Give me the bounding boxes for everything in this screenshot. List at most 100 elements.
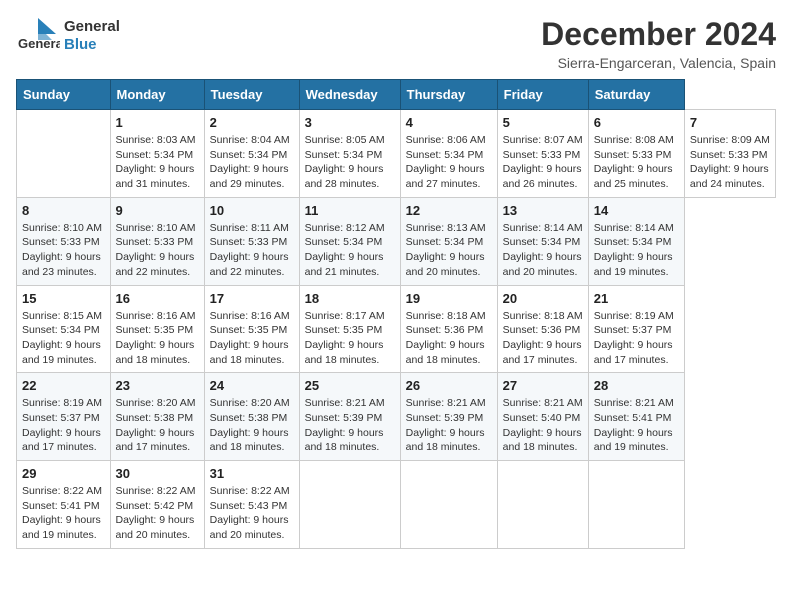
day-number: 17 <box>210 291 294 306</box>
day-number: 3 <box>305 115 395 130</box>
weekday-header-row: SundayMondayTuesdayWednesdayThursdayFrid… <box>17 80 776 110</box>
week-row-5: 29 Sunrise: 8:22 AMSunset: 5:41 PMDayligh… <box>17 461 776 549</box>
calendar-table: SundayMondayTuesdayWednesdayThursdayFrid… <box>16 79 776 549</box>
calendar-cell: 5 Sunrise: 8:07 AMSunset: 5:33 PMDaylight… <box>497 110 588 198</box>
day-number: 11 <box>305 203 395 218</box>
cell-content: Sunrise: 8:09 AMSunset: 5:33 PMDaylight:… <box>690 133 770 192</box>
cell-content: Sunrise: 8:17 AMSunset: 5:35 PMDaylight:… <box>305 309 395 368</box>
cell-content: Sunrise: 8:18 AMSunset: 5:36 PMDaylight:… <box>503 309 583 368</box>
logo-general-text: General <box>64 18 120 35</box>
calendar-cell: 31Sunrise: 8:22 AMSunset: 5:43 PMDayligh… <box>204 461 299 549</box>
calendar-cell: 17 Sunrise: 8:16 AMSunset: 5:35 PMDayligh… <box>204 285 299 373</box>
day-number: 20 <box>503 291 583 306</box>
day-number: 5 <box>503 115 583 130</box>
calendar-cell: 22 Sunrise: 8:19 AMSunset: 5:37 PMDayligh… <box>17 373 111 461</box>
day-number: 30 <box>116 466 199 481</box>
svg-text:General: General <box>18 36 60 51</box>
calendar-cell: 8 Sunrise: 8:10 AMSunset: 5:33 PMDaylight… <box>17 197 111 285</box>
calendar-cell: 23Sunrise: 8:20 AMSunset: 5:38 PMDayligh… <box>110 373 204 461</box>
weekday-header-tuesday: Tuesday <box>204 80 299 110</box>
cell-content: Sunrise: 8:20 AMSunset: 5:38 PMDaylight:… <box>210 396 294 455</box>
weekday-header-friday: Friday <box>497 80 588 110</box>
cell-content: Sunrise: 8:10 AMSunset: 5:33 PMDaylight:… <box>22 221 105 280</box>
month-title: December 2024 <box>541 16 776 53</box>
calendar-cell: 4Sunrise: 8:06 AMSunset: 5:34 PMDaylight… <box>400 110 497 198</box>
cell-content: Sunrise: 8:21 AMSunset: 5:40 PMDaylight:… <box>503 396 583 455</box>
cell-content: Sunrise: 8:05 AMSunset: 5:34 PMDaylight:… <box>305 133 395 192</box>
day-number: 4 <box>406 115 492 130</box>
day-number: 23 <box>116 378 199 393</box>
calendar-cell: 15 Sunrise: 8:15 AMSunset: 5:34 PMDayligh… <box>17 285 111 373</box>
day-number: 29 <box>22 466 105 481</box>
day-number: 27 <box>503 378 583 393</box>
cell-content: Sunrise: 8:11 AMSunset: 5:33 PMDaylight:… <box>210 221 294 280</box>
cell-content: Sunrise: 8:21 AMSunset: 5:39 PMDaylight:… <box>406 396 492 455</box>
cell-content: Sunrise: 8:15 AMSunset: 5:34 PMDaylight:… <box>22 309 105 368</box>
day-number: 22 <box>22 378 105 393</box>
calendar-cell: 20 Sunrise: 8:18 AMSunset: 5:36 PMDayligh… <box>497 285 588 373</box>
cell-content: Sunrise: 8:21 AMSunset: 5:39 PMDaylight:… <box>305 396 395 455</box>
calendar-cell: 26 Sunrise: 8:21 AMSunset: 5:39 PMDayligh… <box>400 373 497 461</box>
calendar-cell: 29 Sunrise: 8:22 AMSunset: 5:41 PMDayligh… <box>17 461 111 549</box>
cell-content: Sunrise: 8:19 AMSunset: 5:37 PMDaylight:… <box>594 309 679 368</box>
calendar-cell <box>588 461 684 549</box>
calendar-cell <box>400 461 497 549</box>
calendar-cell: 9Sunrise: 8:10 AMSunset: 5:33 PMDaylight… <box>110 197 204 285</box>
calendar-cell <box>17 110 111 198</box>
cell-content: Sunrise: 8:12 AMSunset: 5:34 PMDaylight:… <box>305 221 395 280</box>
cell-content: Sunrise: 8:08 AMSunset: 5:33 PMDaylight:… <box>594 133 679 192</box>
page-header: General General Blue December 2024 Sierr… <box>16 16 776 71</box>
day-number: 15 <box>22 291 105 306</box>
calendar-cell: 30 Sunrise: 8:22 AMSunset: 5:42 PMDayligh… <box>110 461 204 549</box>
cell-content: Sunrise: 8:10 AMSunset: 5:33 PMDaylight:… <box>116 221 199 280</box>
cell-content: Sunrise: 8:04 AMSunset: 5:34 PMDaylight:… <box>210 133 294 192</box>
cell-content: Sunrise: 8:14 AMSunset: 5:34 PMDaylight:… <box>503 221 583 280</box>
logo-blue-text: Blue <box>64 36 97 53</box>
week-row-3: 15 Sunrise: 8:15 AMSunset: 5:34 PMDayligh… <box>17 285 776 373</box>
day-number: 7 <box>690 115 770 130</box>
cell-content: Sunrise: 8:21 AMSunset: 5:41 PMDaylight:… <box>594 396 679 455</box>
day-number: 26 <box>406 378 492 393</box>
week-row-2: 8 Sunrise: 8:10 AMSunset: 5:33 PMDaylight… <box>17 197 776 285</box>
day-number: 1 <box>116 115 199 130</box>
calendar-cell: 12Sunrise: 8:13 AMSunset: 5:34 PMDayligh… <box>400 197 497 285</box>
calendar-cell: 7 Sunrise: 8:09 AMSunset: 5:33 PMDaylight… <box>684 110 775 198</box>
calendar-cell: 21Sunrise: 8:19 AMSunset: 5:37 PMDayligh… <box>588 285 684 373</box>
calendar-cell: 11 Sunrise: 8:12 AMSunset: 5:34 PMDayligh… <box>299 197 400 285</box>
day-number: 28 <box>594 378 679 393</box>
cell-content: Sunrise: 8:16 AMSunset: 5:35 PMDaylight:… <box>210 309 294 368</box>
day-number: 19 <box>406 291 492 306</box>
calendar-cell <box>497 461 588 549</box>
day-number: 10 <box>210 203 294 218</box>
cell-content: Sunrise: 8:22 AMSunset: 5:42 PMDaylight:… <box>116 484 199 543</box>
calendar-cell: 28 Sunrise: 8:21 AMSunset: 5:41 PMDayligh… <box>588 373 684 461</box>
calendar-cell: 18 Sunrise: 8:17 AMSunset: 5:35 PMDayligh… <box>299 285 400 373</box>
cell-content: Sunrise: 8:16 AMSunset: 5:35 PMDaylight:… <box>116 309 199 368</box>
weekday-header-wednesday: Wednesday <box>299 80 400 110</box>
day-number: 8 <box>22 203 105 218</box>
cell-content: Sunrise: 8:03 AMSunset: 5:34 PMDaylight:… <box>116 133 199 192</box>
day-number: 14 <box>594 203 679 218</box>
title-section: December 2024 Sierra-Engarceran, Valenci… <box>541 16 776 71</box>
calendar-cell: 14Sunrise: 8:14 AMSunset: 5:34 PMDayligh… <box>588 197 684 285</box>
cell-content: Sunrise: 8:07 AMSunset: 5:33 PMDaylight:… <box>503 133 583 192</box>
day-number: 16 <box>116 291 199 306</box>
calendar-cell: 6 Sunrise: 8:08 AMSunset: 5:33 PMDaylight… <box>588 110 684 198</box>
day-number: 18 <box>305 291 395 306</box>
weekday-header-monday: Monday <box>110 80 204 110</box>
weekday-header-saturday: Saturday <box>588 80 684 110</box>
calendar-cell: 13 Sunrise: 8:14 AMSunset: 5:34 PMDayligh… <box>497 197 588 285</box>
cell-content: Sunrise: 8:22 AMSunset: 5:41 PMDaylight:… <box>22 484 105 543</box>
logo: General General Blue <box>16 16 120 52</box>
calendar-cell: 19Sunrise: 8:18 AMSunset: 5:36 PMDayligh… <box>400 285 497 373</box>
logo-icon: General <box>16 16 60 52</box>
day-number: 24 <box>210 378 294 393</box>
day-number: 13 <box>503 203 583 218</box>
calendar-cell: 25Sunrise: 8:21 AMSunset: 5:39 PMDayligh… <box>299 373 400 461</box>
calendar-cell: 1 Sunrise: 8:03 AMSunset: 5:34 PMDaylight… <box>110 110 204 198</box>
calendar-cell <box>299 461 400 549</box>
calendar-cell: 27 Sunrise: 8:21 AMSunset: 5:40 PMDayligh… <box>497 373 588 461</box>
day-number: 6 <box>594 115 679 130</box>
cell-content: Sunrise: 8:19 AMSunset: 5:37 PMDaylight:… <box>22 396 105 455</box>
calendar-cell: 10 Sunrise: 8:11 AMSunset: 5:33 PMDayligh… <box>204 197 299 285</box>
